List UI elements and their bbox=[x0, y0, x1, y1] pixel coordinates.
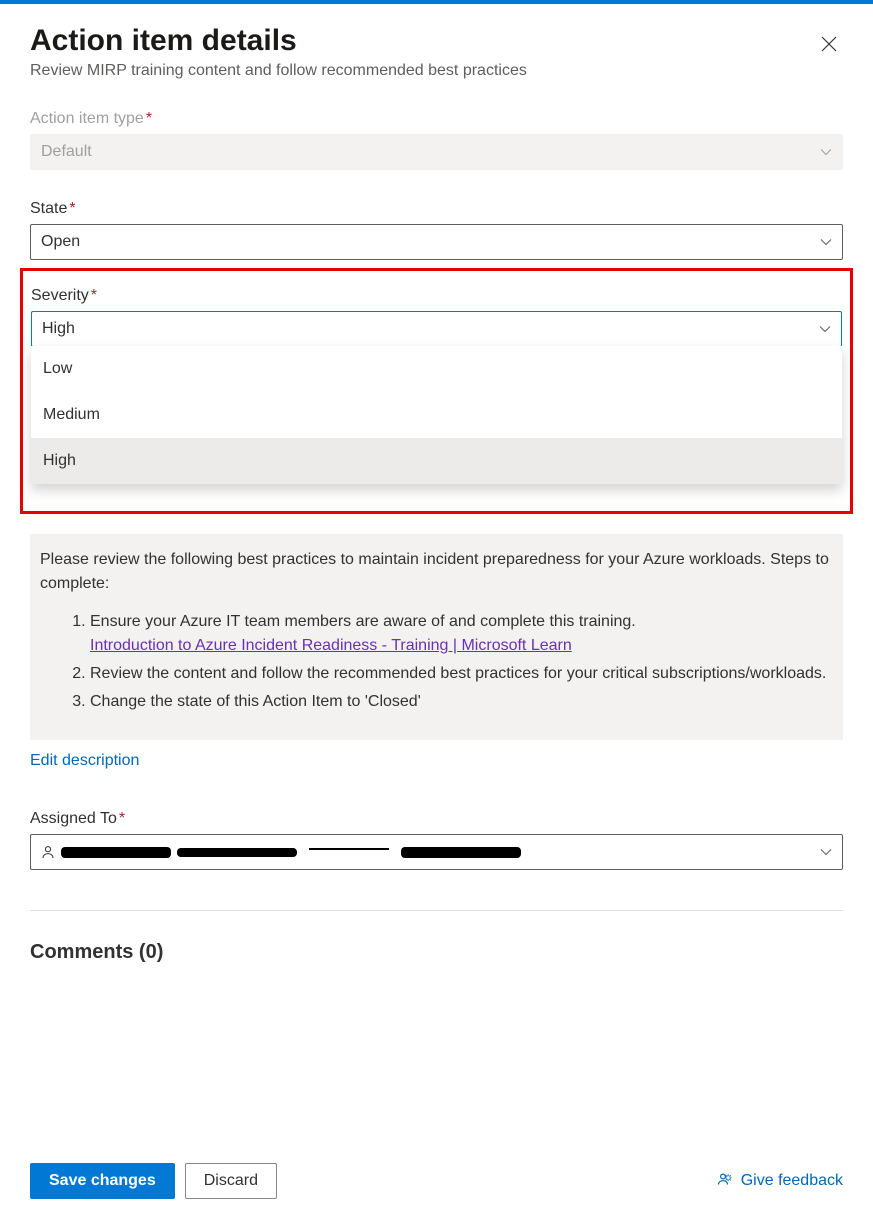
severity-dropdown-list: Low Medium High bbox=[31, 346, 842, 484]
discard-button[interactable]: Discard bbox=[185, 1163, 277, 1199]
footer-bar: Save changes Discard Give feedback bbox=[0, 1145, 873, 1221]
severity-option-medium[interactable]: Medium bbox=[31, 392, 842, 438]
edit-description-link[interactable]: Edit description bbox=[30, 752, 139, 770]
severity-highlight-box: Severity* High Low Medium High bbox=[20, 268, 853, 514]
details-panel: Action item details Review MIRP training… bbox=[0, 4, 873, 1221]
give-feedback-text: Give feedback bbox=[741, 1172, 843, 1190]
state-select[interactable]: Open bbox=[30, 224, 843, 260]
redacted-text bbox=[61, 847, 171, 858]
redacted-text bbox=[309, 848, 389, 850]
required-asterisk: * bbox=[119, 810, 125, 827]
action-item-type-label-text: Action item type bbox=[30, 110, 144, 127]
save-button[interactable]: Save changes bbox=[30, 1163, 175, 1199]
description-steps: Ensure your Azure IT team members are aw… bbox=[40, 610, 833, 714]
severity-label-text: Severity bbox=[31, 287, 89, 304]
description-box: Please review the following best practic… bbox=[30, 534, 843, 740]
action-item-type-label: Action item type* bbox=[30, 110, 843, 128]
chevron-down-icon bbox=[820, 236, 832, 248]
description-intro: Please review the following best practic… bbox=[40, 548, 833, 596]
assigned-to-persona bbox=[41, 845, 521, 859]
required-asterisk: * bbox=[146, 110, 152, 127]
page-subtitle: Review MIRP training content and follow … bbox=[30, 62, 527, 80]
severity-value: High bbox=[42, 320, 819, 338]
description-step-1: Ensure your Azure IT team members are aw… bbox=[90, 610, 833, 658]
header-row: Action item details Review MIRP training… bbox=[30, 24, 843, 110]
training-link[interactable]: Introduction to Azure Incident Readiness… bbox=[90, 637, 572, 654]
person-icon bbox=[41, 845, 55, 859]
header-text-block: Action item details Review MIRP training… bbox=[30, 24, 527, 110]
footer-buttons: Save changes Discard bbox=[30, 1163, 277, 1199]
redacted-text bbox=[177, 848, 297, 857]
comments-heading: Comments (0) bbox=[30, 941, 843, 964]
feedback-icon bbox=[717, 1172, 735, 1190]
description-step-2: Review the content and follow the recomm… bbox=[90, 662, 833, 686]
state-value: Open bbox=[41, 233, 820, 251]
chevron-down-icon bbox=[820, 846, 832, 858]
give-feedback-link[interactable]: Give feedback bbox=[717, 1172, 843, 1190]
action-item-type-value: Default bbox=[41, 143, 820, 161]
section-divider bbox=[30, 910, 843, 911]
close-icon bbox=[821, 36, 837, 52]
chevron-down-icon bbox=[820, 146, 832, 158]
close-button[interactable] bbox=[815, 30, 843, 58]
chevron-down-icon bbox=[819, 323, 831, 335]
severity-option-high[interactable]: High bbox=[31, 438, 842, 484]
content-scroll-region[interactable]: Action item details Review MIRP training… bbox=[0, 4, 873, 1145]
state-label-text: State bbox=[30, 200, 67, 217]
assigned-to-select[interactable] bbox=[30, 834, 843, 870]
page-title: Action item details bbox=[30, 24, 527, 58]
required-asterisk: * bbox=[69, 200, 75, 217]
severity-label: Severity* bbox=[31, 287, 842, 305]
assigned-to-label: Assigned To* bbox=[30, 810, 843, 828]
severity-option-low[interactable]: Low bbox=[31, 346, 842, 392]
description-step-3: Change the state of this Action Item to … bbox=[90, 690, 833, 714]
description-step-1-text: Ensure your Azure IT team members are aw… bbox=[90, 613, 636, 630]
assigned-to-label-text: Assigned To bbox=[30, 810, 117, 827]
action-item-type-select: Default bbox=[30, 134, 843, 170]
required-asterisk: * bbox=[91, 287, 97, 304]
state-label: State* bbox=[30, 200, 843, 218]
redacted-text bbox=[401, 847, 521, 858]
severity-select[interactable]: High Low Medium High bbox=[31, 311, 842, 347]
